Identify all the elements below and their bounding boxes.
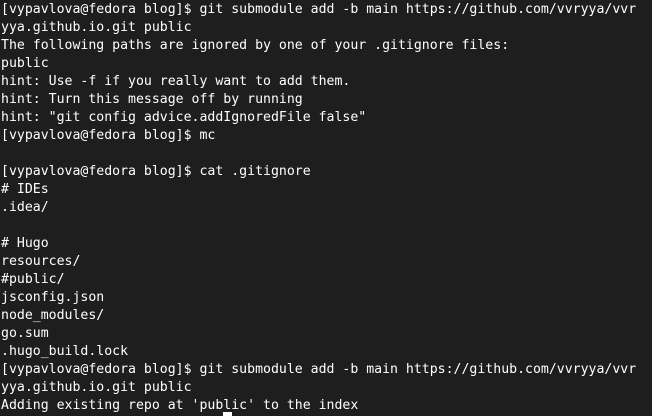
- terminal-line: [vypavlova@fedora blog]$ git submodule a…: [1, 2, 637, 17]
- terminal-line: node_modules/: [1, 308, 105, 323]
- terminal-line: go.sum: [1, 326, 49, 341]
- terminal-line: yya.github.io.git public: [1, 20, 192, 35]
- terminal-line: hint: "git config advice.addIgnoredFile …: [1, 110, 367, 125]
- terminal-line: yya.github.io.git public: [1, 380, 192, 395]
- terminal-output: [vypavlova@fedora blog]$ git submodule a…: [0, 0, 652, 415]
- terminal-line: Adding existing repo at 'public' to the …: [1, 398, 359, 413]
- terminal-line: resources/: [1, 254, 81, 269]
- text-cursor: [223, 412, 232, 416]
- terminal-line: The following paths are ignored by one o…: [1, 38, 510, 53]
- terminal-line: .idea/: [1, 200, 49, 215]
- terminal-line: #public/: [1, 272, 65, 287]
- terminal-line: [vypavlova@fedora blog]$ mc: [1, 128, 216, 143]
- terminal-line: .hugo_build.lock: [1, 344, 129, 359]
- terminal-line: [vypavlova@fedora blog]$ cat .gitignore: [1, 164, 311, 179]
- terminal-line: # Hugo: [1, 236, 49, 251]
- terminal-line: [vypavlova@fedora blog]$ git submodule a…: [1, 362, 637, 377]
- terminal-line: hint: Use -f if you really want to add t…: [1, 74, 351, 89]
- terminal-window[interactable]: [vypavlova@fedora blog]$ git submodule a…: [0, 0, 652, 416]
- terminal-line: public: [1, 56, 49, 71]
- terminal-line: jsconfig.json: [1, 290, 105, 305]
- terminal-line: # IDEs: [1, 182, 49, 197]
- terminal-line: hint: Turn this message off by running: [1, 92, 303, 107]
